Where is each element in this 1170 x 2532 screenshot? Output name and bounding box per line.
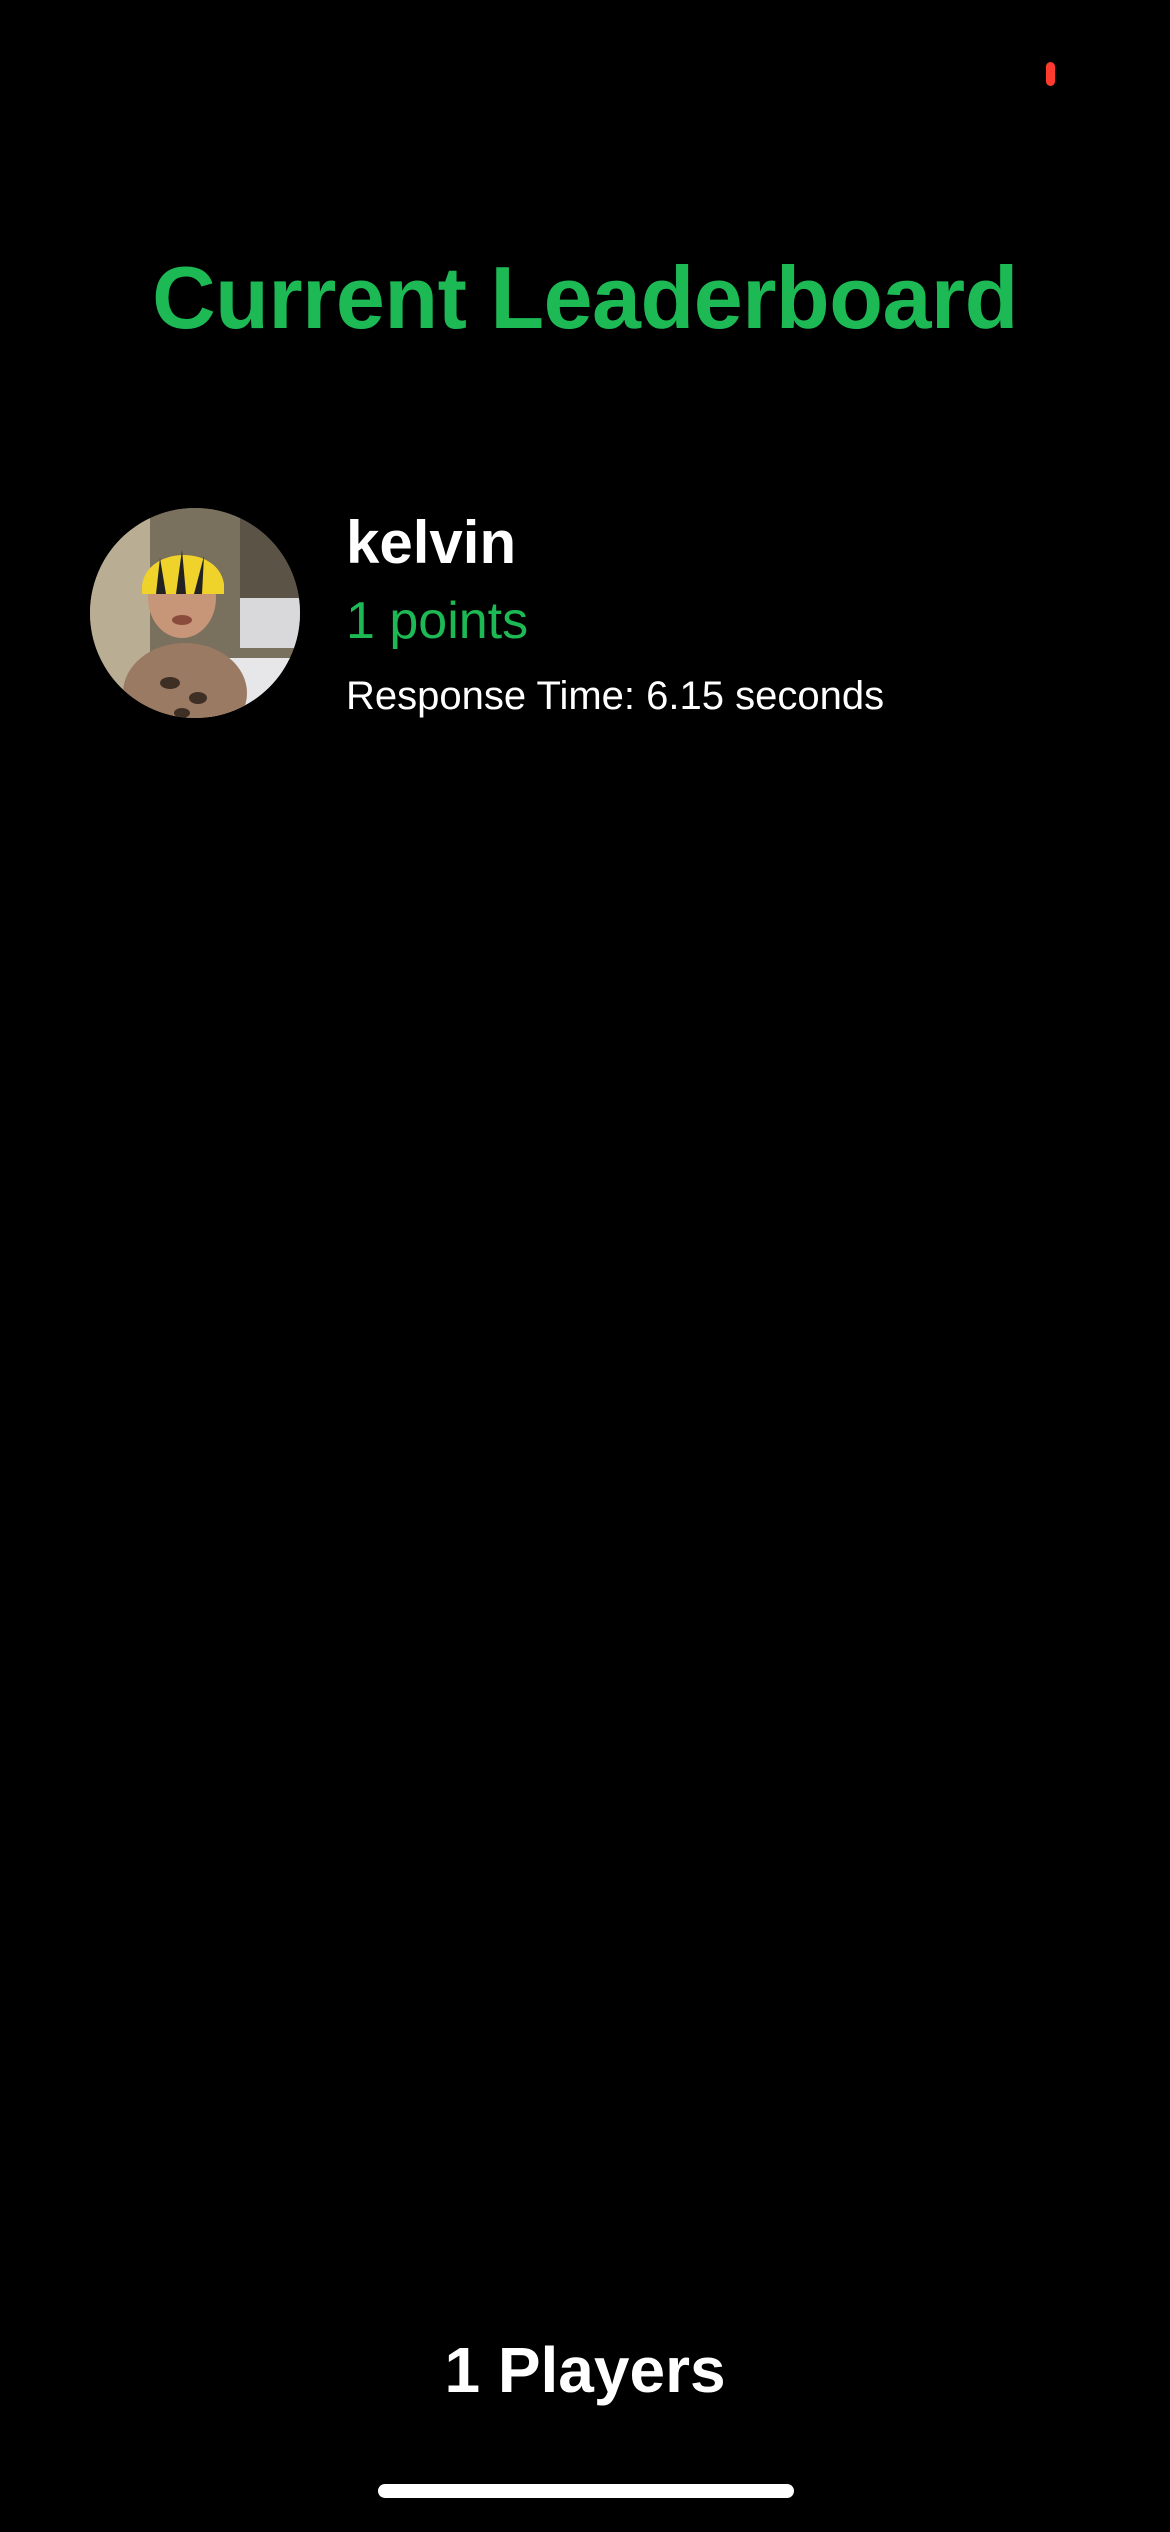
avatar-photo-icon [90, 508, 300, 718]
recording-indicator-icon [1046, 62, 1055, 86]
leaderboard-entry[interactable]: kelvin 1 points Response Time: 6.15 seco… [90, 508, 1090, 718]
player-points: 1 points [346, 592, 529, 650]
leaderboard-screen: Current Leaderboard kelvin 1 points Resp… [0, 0, 1170, 2532]
players-count: 1 Players [444, 2334, 726, 2406]
page-title: Current Leaderboard [152, 248, 1018, 347]
player-avatar [90, 508, 300, 718]
player-response-time: Response Time: 6.15 seconds [346, 674, 885, 718]
player-name: kelvin [346, 509, 517, 576]
home-indicator[interactable] [378, 2484, 794, 2498]
